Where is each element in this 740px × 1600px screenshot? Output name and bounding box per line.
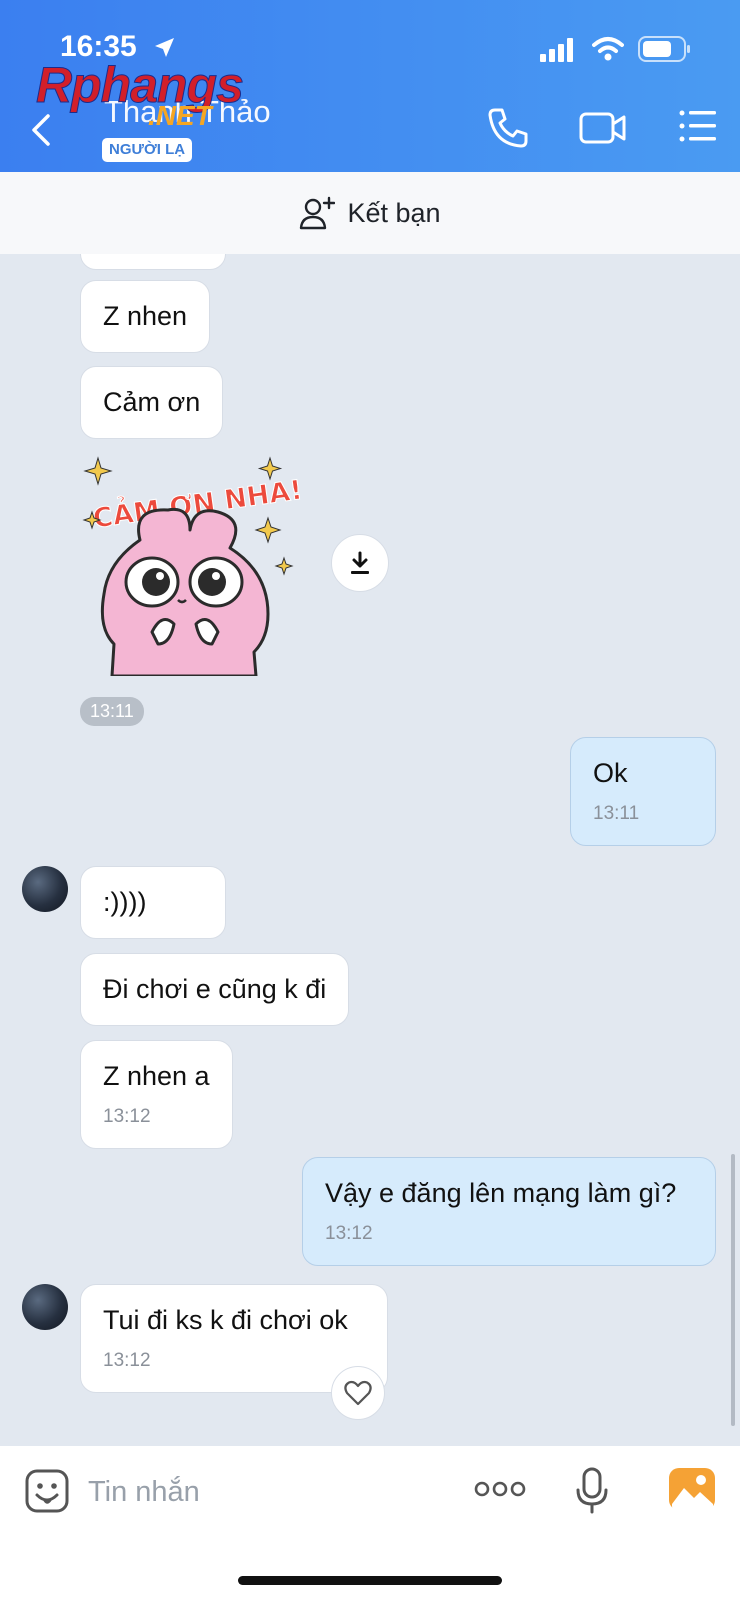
react-button[interactable] xyxy=(331,1366,385,1420)
call-button[interactable] xyxy=(486,106,530,155)
message-text: Ok xyxy=(593,758,628,788)
video-icon xyxy=(579,112,626,144)
download-sticker-button[interactable] xyxy=(331,534,389,592)
message-bubble-sent[interactable]: Vậy e đăng lên mạng làm gì? 13:12 xyxy=(302,1157,716,1266)
battery-icon xyxy=(638,36,690,62)
watermark-suffix: .NET xyxy=(148,100,212,131)
emoji-icon xyxy=(25,1469,69,1513)
voice-button[interactable] xyxy=(574,1466,610,1521)
avatar[interactable] xyxy=(22,1284,68,1330)
stranger-badge: NGƯỜI LẠ xyxy=(102,138,193,162)
wifi-icon xyxy=(592,37,624,61)
message-bubble[interactable]: Z nhen a 13:12 xyxy=(80,1040,233,1149)
message-list[interactable]: Z nhen Cảm ơn CẢM ƠN NHA! 13:11 Ok 13:11 xyxy=(0,254,740,1446)
mic-icon xyxy=(576,1467,608,1514)
message-bubble[interactable]: :)))) xyxy=(80,866,226,939)
heart-icon xyxy=(344,1380,372,1406)
home-indicator xyxy=(238,1576,502,1585)
message-text: Tui đi ks k đi chơi ok xyxy=(103,1305,348,1335)
message-text: Z nhen a xyxy=(103,1061,210,1091)
scrollbar[interactable] xyxy=(731,1154,735,1426)
add-friend-icon xyxy=(300,196,336,230)
emoji-button[interactable] xyxy=(24,1468,70,1519)
photo-button[interactable] xyxy=(668,1466,716,1517)
message-text: :)))) xyxy=(103,887,147,917)
more-icon xyxy=(474,1481,526,1497)
add-friend-label: Kết bạn xyxy=(347,197,441,228)
menu-icon xyxy=(679,110,716,142)
more-options-button[interactable] xyxy=(474,1476,526,1507)
add-friend-button[interactable]: Kết bạn xyxy=(0,172,740,254)
message-bubble[interactable]: Đi chơi e cũng k đi xyxy=(80,953,350,1026)
message-text: Cảm ơn xyxy=(103,387,201,417)
message-bubble[interactable]: Z nhen xyxy=(80,280,211,353)
watermark-logo: Rphangs .NET xyxy=(36,56,296,136)
message-time: 13:12 xyxy=(103,1350,151,1371)
phone-icon xyxy=(488,108,528,148)
message-text: Vậy e đăng lên mạng làm gì? xyxy=(325,1178,677,1208)
menu-button[interactable] xyxy=(678,106,718,151)
message-time: 13:11 xyxy=(593,803,640,824)
message-input[interactable] xyxy=(88,1470,438,1514)
message-bubble-sent[interactable]: Ok 13:11 xyxy=(570,737,716,846)
message-time: 13:12 xyxy=(325,1223,373,1244)
video-call-button[interactable] xyxy=(578,106,628,155)
avatar[interactable] xyxy=(22,866,68,912)
chat-header: 16:35 Thanh Thảo NGƯỜI LẠ Rphangs .NET xyxy=(0,0,740,172)
message-bubble-partial[interactable] xyxy=(80,254,226,270)
signal-icon xyxy=(540,38,573,62)
message-text: Z nhen xyxy=(103,301,188,331)
download-icon xyxy=(351,551,369,574)
photo-icon xyxy=(669,1468,715,1510)
message-time: 13:11 xyxy=(80,697,144,726)
sticker-thank-you[interactable]: CẢM ƠN NHA! xyxy=(82,454,312,676)
message-bubble[interactable]: Cảm ơn xyxy=(80,366,224,439)
message-time: 13:12 xyxy=(103,1106,151,1127)
message-text: Đi chơi e cũng k đi xyxy=(103,974,327,1004)
